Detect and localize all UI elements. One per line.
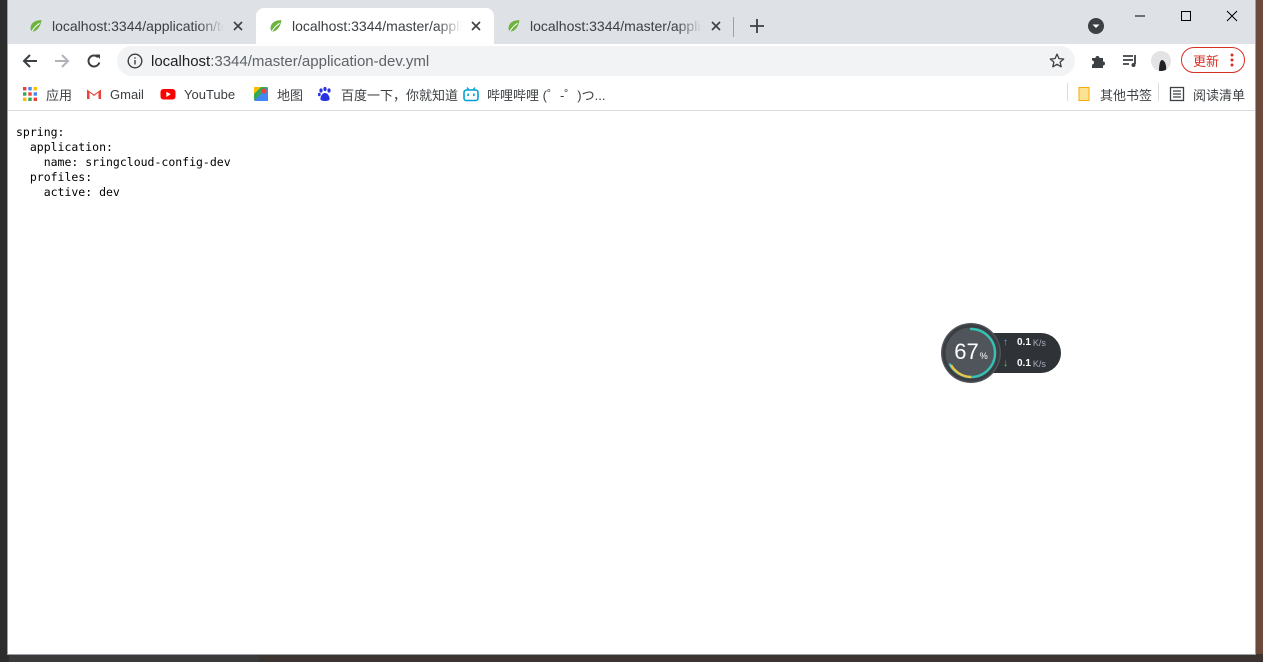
more-vertical-icon	[1230, 53, 1234, 67]
update-label: 更新	[1193, 53, 1220, 69]
download-speed: ↓ 0.1 K/s	[1003, 358, 1046, 369]
gmail-icon	[87, 89, 101, 99]
url-host: localhost	[151, 52, 211, 70]
tab-application-third[interactable]: localhost:3344/master/applicatio	[494, 8, 734, 44]
bilibili-icon	[463, 87, 479, 102]
close-icon	[1226, 10, 1238, 22]
other-bookmarks-label: 其他书签	[1100, 87, 1153, 103]
bookmarks-bar: 应用 Gmail YouTube 地图 百度一下，你就知道 哔哩哔哩 (゜-゜)…	[8, 78, 1255, 111]
bookmark-baidu[interactable]: 百度一下，你就知道	[317, 85, 458, 103]
usage-percent-unit: %	[979, 351, 988, 361]
upload-unit: K/s	[1032, 337, 1046, 348]
spring-leaf-icon	[508, 20, 520, 32]
other-bookmarks[interactable]: 其他书签	[1076, 85, 1152, 103]
avatar-icon	[1151, 51, 1171, 71]
toolbar: localhost:3344/master/application-dev.ym…	[8, 44, 1255, 78]
tab-title: localhost:3344/master/applicatio	[530, 18, 702, 34]
bookmark-apps[interactable]: 应用	[22, 85, 72, 103]
desktop-background-bottom	[259, 654, 1263, 662]
tab-title: localhost:3344/master/applicatio	[292, 18, 462, 34]
tab-application-dev[interactable]: localhost:3344/master/applicatio	[256, 8, 494, 44]
tab-separator	[733, 17, 734, 37]
bookmark-label: YouTube	[184, 86, 236, 102]
back-button[interactable]	[17, 48, 43, 74]
maximize-icon	[1181, 11, 1191, 21]
new-tab-button[interactable]	[746, 15, 768, 37]
close-tab-icon[interactable]	[230, 18, 246, 34]
usage-percent-value: 67	[954, 339, 979, 364]
yaml-content: spring: application: name: sringcloud-co…	[16, 125, 231, 199]
address-bar[interactable]: localhost:3344/master/application-dev.ym…	[117, 46, 1075, 76]
minimize-button[interactable]	[1117, 0, 1163, 32]
page-content: spring: application: name: sringcloud-co…	[8, 111, 1255, 654]
maximize-button[interactable]	[1163, 0, 1209, 32]
bookmark-label: 地图	[277, 87, 304, 103]
upload-arrow-icon: ↑	[1003, 337, 1008, 348]
bookmark-label: 百度一下，你就知道	[341, 87, 459, 103]
minimize-icon	[1135, 15, 1145, 17]
extensions-puzzle-icon[interactable]	[1089, 52, 1107, 70]
bookmark-maps[interactable]: 地图	[253, 85, 303, 103]
upload-value: 0.1	[1017, 337, 1031, 348]
close-tab-icon[interactable]	[708, 18, 724, 34]
tab-strip: localhost:3344/application/test- localho…	[8, 0, 1255, 44]
url-text[interactable]: localhost:3344/master/application-dev.ym…	[151, 53, 429, 70]
profile-avatar[interactable]	[1151, 51, 1171, 71]
close-tab-icon[interactable]	[468, 18, 484, 34]
bookmark-star-icon[interactable]	[1049, 53, 1065, 69]
tab-search-icon[interactable]	[1087, 17, 1105, 35]
browser-window: localhost:3344/application/test- localho…	[8, 0, 1255, 654]
usage-percent: 67%	[949, 339, 993, 365]
bookmark-youtube[interactable]: YouTube	[160, 85, 235, 103]
reload-button[interactable]	[81, 48, 107, 74]
arrow-left-icon	[22, 54, 37, 68]
update-button[interactable]: 更新	[1181, 47, 1245, 73]
bookmark-label: 应用	[46, 87, 73, 103]
arrow-right-icon	[55, 54, 70, 68]
tab-application-test[interactable]: localhost:3344/application/test-	[16, 8, 256, 44]
tab-title: localhost:3344/application/test-	[52, 18, 224, 34]
bookmark-bilibili[interactable]: 哔哩哔哩 (゜-゜)つ...	[463, 85, 605, 103]
bookmark-gmail[interactable]: Gmail	[86, 85, 144, 103]
spring-leaf-icon	[270, 20, 282, 32]
bookmarks-separator	[1067, 83, 1068, 101]
folder-icon	[1078, 87, 1090, 101]
reading-list-icon	[1169, 86, 1185, 102]
reading-list[interactable]: 阅读清单	[1169, 85, 1245, 103]
info-icon[interactable]	[127, 53, 143, 69]
url-path: :3344/master/application-dev.yml	[210, 52, 430, 70]
bookmark-label: Gmail	[110, 86, 144, 102]
reload-icon	[87, 54, 101, 68]
baidu-icon	[317, 86, 331, 101]
apps-grid-icon	[23, 87, 37, 101]
youtube-icon	[160, 89, 176, 100]
maps-icon	[254, 87, 268, 101]
plus-icon	[750, 19, 764, 33]
network-speed-widget[interactable]: 67% ↑ 0.1 K/s ↓ 0.1 K/s	[941, 323, 1063, 385]
bookmarks-separator	[1158, 83, 1159, 101]
media-control-icon[interactable]	[1121, 52, 1139, 70]
upload-speed: ↑ 0.1 K/s	[1003, 337, 1046, 348]
download-value: 0.1	[1017, 358, 1031, 369]
download-arrow-icon: ↓	[1003, 358, 1008, 369]
download-unit: K/s	[1032, 358, 1046, 369]
close-window-button[interactable]	[1209, 0, 1255, 32]
reading-list-label: 阅读清单	[1193, 87, 1246, 103]
bookmark-label: 哔哩哔哩 (゜-゜)つ...	[487, 87, 606, 103]
spring-leaf-icon	[30, 20, 42, 32]
forward-button[interactable]	[49, 48, 75, 74]
desktop-background-right	[1255, 0, 1263, 662]
